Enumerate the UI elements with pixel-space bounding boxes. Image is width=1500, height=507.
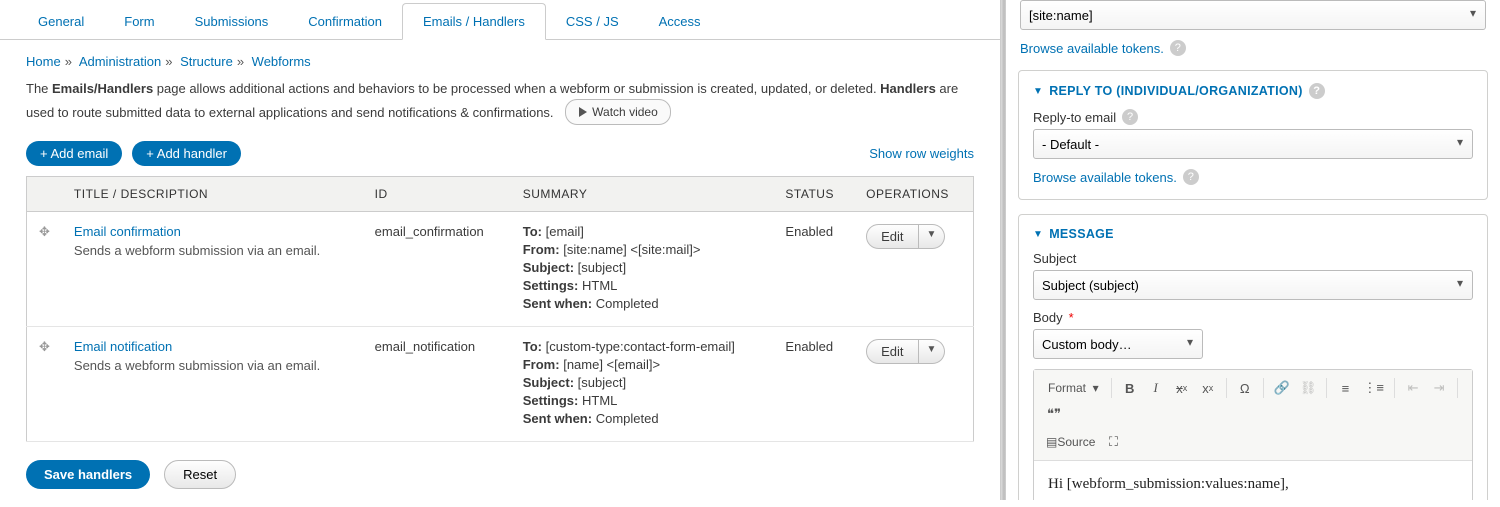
drag-handle-icon[interactable]: ✥ — [27, 326, 62, 441]
tab-confirmation[interactable]: Confirmation — [288, 4, 402, 39]
format-dropdown[interactable]: Format ▾ — [1042, 381, 1105, 395]
help-icon[interactable]: ? — [1170, 40, 1186, 56]
tabs: General Form Submissions Confirmation Em… — [0, 0, 1000, 40]
reply-to-panel: ▼ REPLY TO (INDIVIDUAL/ORGANIZATION) ? R… — [1018, 70, 1488, 200]
source-button[interactable]: ▤ Source — [1042, 430, 1099, 454]
col-summary: SUMMARY — [511, 176, 774, 211]
show-row-weights-link[interactable]: Show row weights — [869, 146, 974, 161]
edit-dropdown-button[interactable]: ▼ — [919, 339, 946, 364]
subject-select[interactable] — [1033, 270, 1473, 300]
table-row: ✥ Email notification Sends a webform sub… — [27, 326, 974, 441]
col-operations: OPERATIONS — [854, 176, 973, 211]
handler-subtitle: Sends a webform submission via an email. — [74, 358, 351, 373]
tab-emails-handlers[interactable]: Emails / Handlers — [402, 3, 546, 40]
handler-summary: To: [custom-type:contact-form-email] Fro… — [511, 326, 774, 441]
edit-button[interactable]: Edit — [866, 339, 918, 364]
special-char-icon[interactable]: Ω — [1233, 376, 1257, 400]
editor-toolbar: Format ▾ B I xx xx Ω 🔗 ⛓ ≡ ⋮≡ ⇤ ⇥ — [1034, 370, 1472, 461]
outdent-icon: ⇤ — [1401, 376, 1425, 400]
handler-status: Enabled — [773, 211, 854, 326]
bulleted-list-icon[interactable]: ⋮≡ — [1359, 376, 1388, 400]
message-panel-toggle[interactable]: ▼ MESSAGE — [1033, 227, 1473, 241]
edit-dropdown-button[interactable]: ▼ — [919, 224, 946, 249]
breadcrumb-structure[interactable]: Structure — [180, 54, 233, 69]
breadcrumb-administration[interactable]: Administration — [79, 54, 161, 69]
message-panel: ▼ MESSAGE Subject Body * Format ▾ B I xx — [1018, 214, 1488, 500]
from-name-select[interactable] — [1020, 0, 1486, 30]
superscript-icon[interactable]: xx — [1196, 376, 1220, 400]
body-label: Body * — [1033, 310, 1473, 325]
chevron-down-icon: ▼ — [1033, 86, 1043, 97]
play-icon — [578, 107, 588, 117]
breadcrumb-webforms[interactable]: Webforms — [252, 54, 311, 69]
edit-button[interactable]: Edit — [866, 224, 918, 249]
maximize-icon[interactable]: ⛶ — [1101, 430, 1125, 454]
reply-to-email-select[interactable] — [1033, 129, 1473, 159]
watch-video-button[interactable]: Watch video — [565, 99, 671, 125]
tab-access[interactable]: Access — [639, 4, 721, 39]
reset-button[interactable]: Reset — [164, 460, 236, 489]
strikethrough-icon[interactable]: xx — [1170, 376, 1194, 400]
numbered-list-icon[interactable]: ≡ — [1333, 376, 1357, 400]
col-id: ID — [363, 176, 511, 211]
page-description: The Emails/Handlers page allows addition… — [0, 79, 1000, 135]
help-icon[interactable]: ? — [1122, 109, 1138, 125]
link-icon[interactable]: 🔗 — [1270, 376, 1294, 400]
drag-handle-icon[interactable]: ✥ — [27, 211, 62, 326]
browse-tokens-link[interactable]: Browse available tokens. ? — [1020, 40, 1186, 56]
blockquote-icon[interactable]: ❝❞ — [1042, 402, 1066, 426]
tab-submissions[interactable]: Submissions — [175, 4, 289, 39]
col-title: TITLE / DESCRIPTION — [62, 176, 363, 211]
help-icon[interactable]: ? — [1309, 83, 1325, 99]
tab-form[interactable]: Form — [104, 4, 174, 39]
handler-title-link[interactable]: Email confirmation — [74, 224, 351, 239]
handler-id: email_confirmation — [363, 211, 511, 326]
tab-general[interactable]: General — [18, 4, 104, 39]
handler-id: email_notification — [363, 326, 511, 441]
add-email-button[interactable]: + Add email — [26, 141, 122, 166]
handler-subtitle: Sends a webform submission via an email. — [74, 243, 351, 258]
bold-icon[interactable]: B — [1118, 376, 1142, 400]
editor-body[interactable]: Hi [webform_submission:values:name], Can… — [1034, 461, 1472, 500]
browse-tokens-link[interactable]: Browse available tokens. ? — [1033, 169, 1199, 185]
tab-css-js[interactable]: CSS / JS — [546, 4, 639, 39]
handler-title-link[interactable]: Email notification — [74, 339, 351, 354]
rich-text-editor: Format ▾ B I xx xx Ω 🔗 ⛓ ≡ ⋮≡ ⇤ ⇥ — [1033, 369, 1473, 500]
table-row: ✥ Email confirmation Sends a webform sub… — [27, 211, 974, 326]
handlers-table: TITLE / DESCRIPTION ID SUMMARY STATUS OP… — [26, 176, 974, 442]
breadcrumb-home[interactable]: Home — [26, 54, 61, 69]
help-icon[interactable]: ? — [1183, 169, 1199, 185]
handler-status: Enabled — [773, 326, 854, 441]
subject-label: Subject — [1033, 251, 1473, 266]
chevron-down-icon: ▼ — [1033, 229, 1043, 240]
save-handlers-button[interactable]: Save handlers — [26, 460, 150, 489]
italic-icon[interactable]: I — [1144, 376, 1168, 400]
unlink-icon: ⛓ — [1296, 376, 1321, 400]
col-status: STATUS — [773, 176, 854, 211]
handler-summary: To: [email] From: [site:name] <[site:mai… — [511, 211, 774, 326]
reply-to-panel-toggle[interactable]: ▼ REPLY TO (INDIVIDUAL/ORGANIZATION) ? — [1033, 83, 1473, 99]
body-format-select[interactable] — [1033, 329, 1203, 359]
reply-to-email-label: Reply-to email ? — [1033, 109, 1473, 125]
breadcrumb: Home» Administration» Structure» Webform… — [0, 40, 1000, 79]
indent-icon: ⇥ — [1427, 376, 1451, 400]
add-handler-button[interactable]: + Add handler — [132, 141, 241, 166]
